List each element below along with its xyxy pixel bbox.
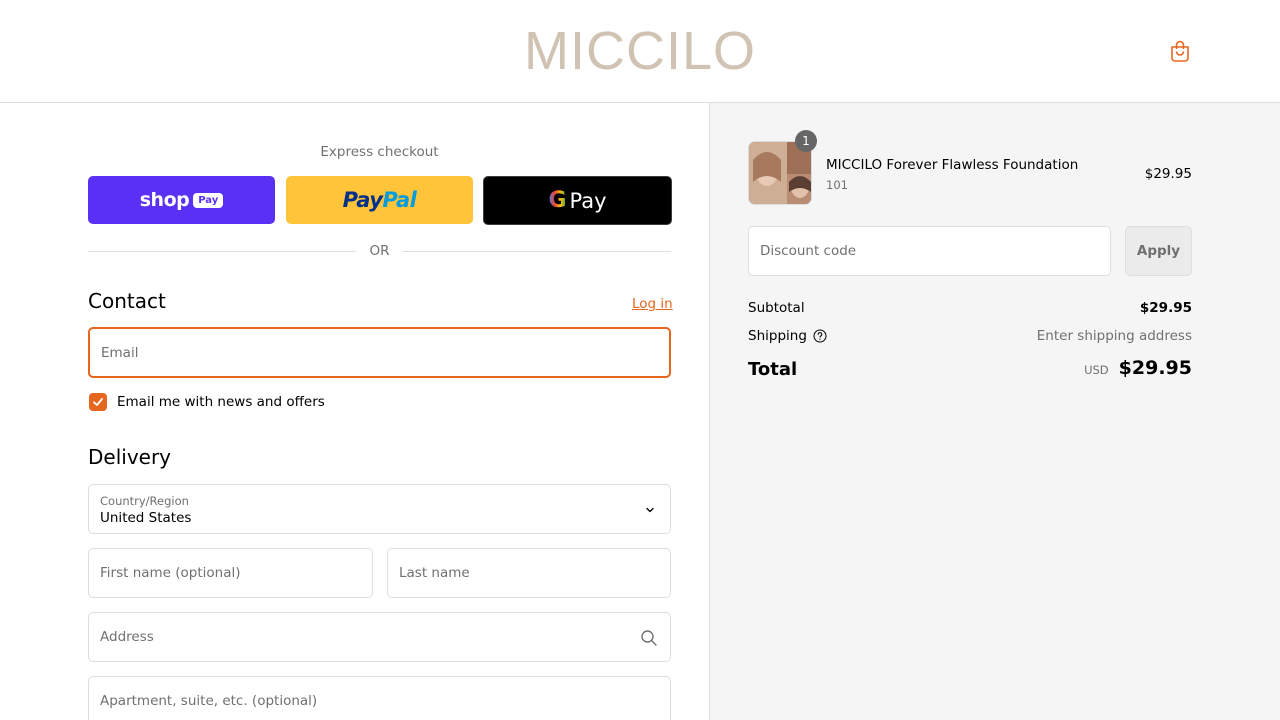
order-summary: 1 MICCILO Forever Flawless Foundation 10… [710, 103, 1280, 720]
subtotal-label: Subtotal [748, 300, 805, 316]
shop-pay-pill: Pay [193, 192, 224, 208]
first-name-field-wrapper [88, 548, 373, 598]
newsletter-option[interactable]: Email me with news and offers [89, 393, 325, 411]
discount-code-input[interactable] [749, 227, 1110, 275]
country-select[interactable]: Country/Region United States [88, 484, 671, 534]
quantity-badge: 1 [795, 130, 817, 152]
total-amount: USD $29.95 [1084, 357, 1192, 379]
last-name-input[interactable] [388, 549, 670, 597]
apartment-input[interactable] [89, 677, 670, 720]
store-logo[interactable]: MICCILO [0, 20, 1280, 82]
address-input[interactable] [89, 613, 670, 661]
express-checkout-title: Express checkout [320, 144, 439, 160]
google-pay-button[interactable]: G Pay [483, 176, 672, 225]
delivery-heading: Delivery [88, 445, 172, 469]
newsletter-checkbox[interactable] [89, 393, 107, 411]
paypal-button[interactable]: PayPal [286, 176, 473, 224]
subtotal-value: $29.95 [1139, 300, 1192, 316]
google-g-icon: G [548, 188, 567, 213]
divider-line-right [403, 251, 671, 252]
discount-field-wrapper [748, 226, 1111, 276]
apply-discount-button[interactable]: Apply [1125, 226, 1192, 276]
checkout-form: Express checkout shop Pay PayPal G Pay O… [0, 103, 710, 720]
search-icon [641, 630, 657, 646]
google-pay-logo: G Pay [548, 188, 606, 213]
country-value: United States [100, 510, 192, 526]
paypal-logo-part-b: Pal [382, 188, 417, 212]
shop-pay-word: shop [139, 189, 190, 211]
product-variant: 101 [826, 178, 848, 192]
email-input[interactable] [90, 329, 669, 376]
shipping-label-row: Shipping [748, 328, 827, 344]
or-divider: OR [88, 243, 671, 261]
help-circle-icon[interactable] [813, 329, 827, 343]
newsletter-label: Email me with news and offers [117, 394, 325, 410]
total-value: $29.95 [1118, 357, 1192, 379]
shop-pay-button[interactable]: shop Pay [88, 176, 275, 224]
shopping-bag-icon[interactable] [1170, 40, 1190, 62]
log-in-link[interactable]: Log in [632, 296, 673, 312]
shipping-label: Shipping [748, 328, 807, 344]
total-currency: USD [1084, 363, 1109, 377]
first-name-input[interactable] [89, 549, 372, 597]
paypal-logo: PayPal [343, 188, 417, 212]
total-label: Total [748, 359, 798, 380]
country-label: Country/Region [100, 494, 189, 508]
last-name-field-wrapper [387, 548, 671, 598]
address-field-wrapper [88, 612, 671, 662]
chevron-down-icon [646, 507, 654, 513]
email-field-wrapper [88, 327, 671, 378]
product-price: $29.95 [1144, 166, 1192, 182]
product-name: MICCILO Forever Flawless Foundation [826, 157, 1079, 173]
apartment-field-wrapper [88, 676, 671, 720]
shipping-value: Enter shipping address [1036, 328, 1192, 344]
checkmark-icon [93, 398, 103, 406]
header: MICCILO [0, 0, 1280, 103]
paypal-logo-part-a: Pay [342, 188, 383, 212]
contact-heading: Contact [88, 289, 166, 313]
google-pay-word: Pay [569, 188, 607, 213]
